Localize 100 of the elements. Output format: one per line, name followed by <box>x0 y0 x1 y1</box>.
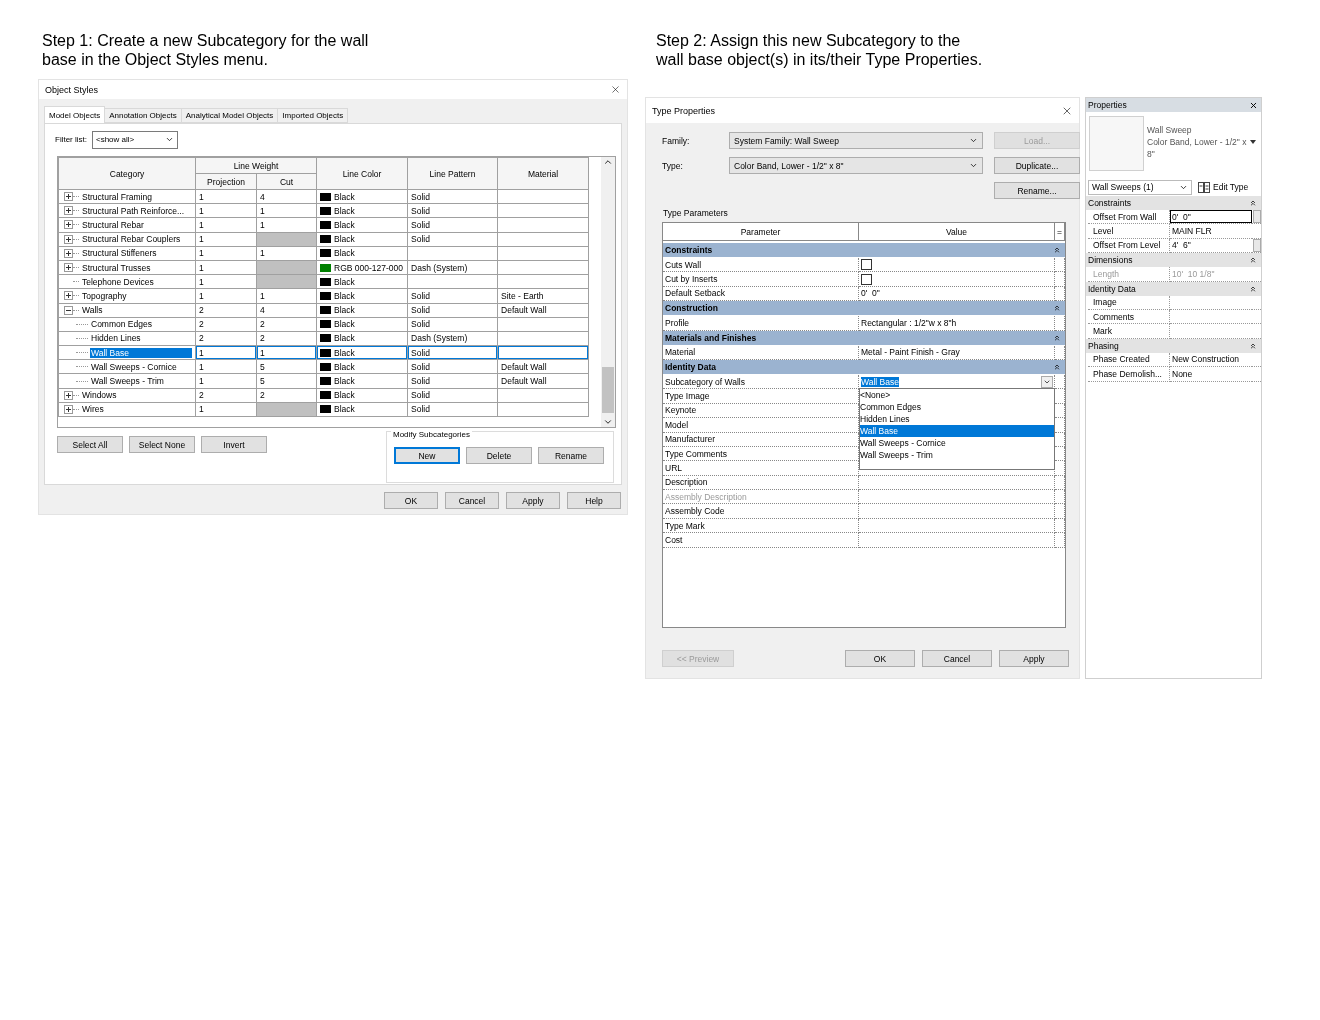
step-caption: Step 2: Assign this new Subcategory to the wall base object(s) in its/their Type Properties. <box>656 31 984 69</box>
collapse-icon[interactable] <box>64 305 73 315</box>
color-name: RGB 000-127-000 <box>334 262 403 273</box>
collapse-icon[interactable] <box>1053 304 1061 313</box>
group-header[interactable]: Phasing <box>1086 338 1261 353</box>
expand-icon[interactable] <box>64 206 73 216</box>
collapse-icon[interactable] <box>1249 284 1257 293</box>
subcategory-button[interactable]: Rename <box>538 447 604 464</box>
expand-icon[interactable] <box>64 234 73 244</box>
field-label: Family: <box>662 135 691 146</box>
collapse-icon[interactable] <box>1053 362 1061 371</box>
select-button[interactable]: Select All <box>57 436 123 453</box>
dropdown-button[interactable] <box>1041 375 1053 388</box>
scroll-thumb[interactable] <box>602 367 614 413</box>
collapse-icon[interactable] <box>1249 256 1257 265</box>
expand-icon[interactable] <box>64 192 73 202</box>
dialog-button[interactable]: Duplicate... <box>994 157 1080 174</box>
scroll-down-icon[interactable] <box>603 417 613 427</box>
subcategory-button[interactable]: Delete <box>466 447 532 464</box>
checkbox[interactable] <box>861 259 872 271</box>
category-label[interactable]: Windows <box>81 390 118 401</box>
dialog-button[interactable]: Apply <box>506 492 560 509</box>
dialog-button[interactable]: OK <box>845 650 915 667</box>
scroll-up-icon[interactable] <box>603 157 613 167</box>
group-header[interactable]: Identity Data <box>663 359 1065 375</box>
dialog-button[interactable]: Apply <box>999 650 1069 667</box>
checkbox[interactable] <box>861 273 872 285</box>
color-name: Black <box>334 219 355 230</box>
collapse-icon[interactable] <box>1249 341 1257 350</box>
group-title: Constraints <box>665 245 713 255</box>
collapse-icon[interactable] <box>1053 246 1061 254</box>
panel-title: Properties <box>1088 100 1127 110</box>
property-input[interactable]: 0' 0" <box>1170 210 1252 225</box>
category-label[interactable]: Wall Base <box>90 347 192 358</box>
dialog-button[interactable]: Help <box>567 492 621 509</box>
tab[interactable]: Annotation Objects <box>104 108 182 123</box>
tab[interactable]: Imported Objects <box>277 108 349 123</box>
dropdown-triangle-icon[interactable] <box>1250 140 1256 144</box>
group-header[interactable]: Construction <box>663 301 1065 317</box>
edit-type-button[interactable]: Edit Type <box>1196 179 1251 195</box>
column-header[interactable]: Material <box>497 157 589 190</box>
type-name[interactable]: Color Band, Lower - 1/2" x 8" <box>1147 136 1250 160</box>
dialog-button[interactable]: Rename... <box>994 182 1080 199</box>
property-value[interactable]: None <box>1170 367 1252 382</box>
property-value[interactable]: New Construction <box>1170 352 1252 368</box>
close-icon[interactable] <box>1249 100 1258 110</box>
family-dropdown[interactable]: System Family: Wall Sweep <box>729 132 983 149</box>
field-label: Type: <box>662 160 684 171</box>
column-header[interactable]: Line Color <box>316 157 408 190</box>
expand-icon[interactable] <box>64 220 73 230</box>
property-name: Level <box>1088 224 1170 239</box>
dialog-button[interactable]: Cancel <box>445 492 499 509</box>
column-header[interactable]: Category <box>58 157 196 190</box>
expand-icon[interactable] <box>64 263 73 273</box>
scrollbar[interactable] <box>601 157 615 427</box>
value-cell[interactable] <box>859 504 1055 519</box>
value-cell[interactable] <box>859 475 1055 491</box>
dialog-button[interactable]: Cancel <box>922 650 992 667</box>
group-header[interactable]: Constraints <box>1086 196 1261 210</box>
dropdown-option[interactable]: Wall Base <box>860 425 1054 438</box>
expand-icon[interactable] <box>64 291 73 301</box>
dropdown-value: Wall Base <box>861 376 899 387</box>
color-name: Black <box>334 404 355 415</box>
property-value[interactable]: MAIN FLR <box>1170 224 1252 239</box>
category-label[interactable]: Wires <box>81 404 105 415</box>
equals-button[interactable]: = <box>1055 223 1065 240</box>
dialog-button[interactable]: OK <box>384 492 438 509</box>
parameter-name: Type Image <box>663 389 859 404</box>
tab[interactable]: Analytical Model Objects <box>180 108 279 123</box>
category-label[interactable]: Walls <box>81 305 104 316</box>
window-title: Object Styles <box>45 84 99 95</box>
value-cell[interactable] <box>859 518 1055 534</box>
type-dropdown[interactable]: Color Band, Lower - 1/2" x 8" <box>729 157 983 174</box>
group-header[interactable]: Constraints <box>663 243 1065 258</box>
group-title: Materials and Finishes <box>665 332 757 343</box>
property-name: Phase Created <box>1088 352 1170 368</box>
subcategory-button[interactable]: New <box>394 447 460 464</box>
tab[interactable]: Model Objects <box>44 106 106 123</box>
type-preview <box>1089 116 1144 171</box>
select-button[interactable]: Select None <box>129 436 195 453</box>
group-header[interactable]: Materials and Finishes <box>663 330 1065 346</box>
expand-icon[interactable] <box>64 248 73 258</box>
parameter-name: Cut by Inserts <box>663 272 859 287</box>
expand-icon[interactable] <box>64 390 73 400</box>
property-name: Image <box>1088 295 1170 310</box>
filter-dropdown[interactable]: <show all> <box>92 130 178 149</box>
value-cell[interactable] <box>859 533 1055 548</box>
parameter-value[interactable]: Rectangular : 1/2"w x 8"h <box>859 316 1055 331</box>
group-header[interactable]: Identity Data <box>1086 281 1261 296</box>
collapse-icon[interactable] <box>1249 199 1257 207</box>
group-header[interactable]: Dimensions <box>1086 253 1261 268</box>
chevron-down-icon <box>165 135 174 144</box>
parameter-value[interactable]: Metal - Paint Finish - Gray <box>859 345 1055 360</box>
column-header[interactable]: Line Pattern <box>407 157 498 190</box>
collapse-icon[interactable] <box>1053 333 1061 342</box>
value-cell[interactable] <box>859 490 1055 505</box>
instance-selector[interactable]: Wall Sweeps (1) <box>1088 179 1192 195</box>
expand-icon[interactable] <box>64 404 73 414</box>
select-button[interactable]: Invert <box>201 436 267 453</box>
property-name: Offset From Wall <box>1088 210 1170 225</box>
